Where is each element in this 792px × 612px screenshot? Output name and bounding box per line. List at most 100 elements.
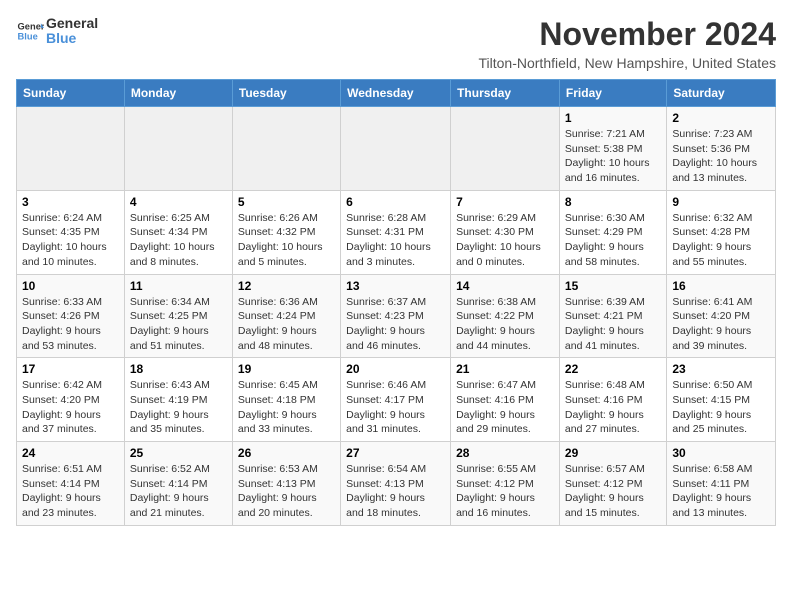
calendar-empty-cell [17,107,125,191]
day-number: 5 [238,195,335,209]
calendar-day-30: 30 Sunrise: 6:58 AM Sunset: 4:11 PM Dayli… [667,442,776,526]
calendar-empty-cell [124,107,232,191]
day-number: 29 [565,446,661,460]
day-number: 17 [22,362,119,376]
day-number: 26 [238,446,335,460]
calendar-empty-cell [232,107,340,191]
day-number: 3 [22,195,119,209]
calendar-day-24: 24 Sunrise: 6:51 AM Sunset: 4:14 PM Dayli… [17,442,125,526]
calendar-day-19: 19 Sunrise: 6:45 AM Sunset: 4:18 PM Dayli… [232,358,340,442]
day-info: Sunrise: 6:42 AM Sunset: 4:20 PM Dayligh… [22,378,119,437]
calendar-day-16: 16Sunrise: 6:41 AM Sunset: 4:20 PM Dayli… [667,274,776,358]
day-info: Sunrise: 6:28 AM Sunset: 4:31 PM Dayligh… [346,211,445,270]
day-number: 2 [672,111,770,125]
day-number: 4 [130,195,227,209]
logo-icon: General Blue [16,17,44,45]
svg-text:Blue: Blue [18,32,38,42]
calendar-day-22: 22 Sunrise: 6:48 AM Sunset: 4:16 PM Dayli… [559,358,666,442]
weekday-header-tuesday: Tuesday [232,80,340,107]
logo-text-block: General Blue [46,16,98,47]
day-info: Sunrise: 6:32 AM Sunset: 4:28 PM Dayligh… [672,211,770,270]
calendar-day-21: 21 Sunrise: 6:47 AM Sunset: 4:16 PM Dayli… [451,358,560,442]
logo-line2: Blue [46,31,98,46]
calendar-day-5: 5 Sunrise: 6:26 AM Sunset: 4:32 PM Daylig… [232,190,340,274]
calendar-day-23: 23Sunrise: 6:50 AM Sunset: 4:15 PM Dayli… [667,358,776,442]
day-number: 27 [346,446,445,460]
day-number: 11 [130,279,227,293]
calendar-day-11: 11 Sunrise: 6:34 AM Sunset: 4:25 PM Dayli… [124,274,232,358]
day-info: Sunrise: 6:45 AM Sunset: 4:18 PM Dayligh… [238,378,335,437]
day-info: Sunrise: 6:34 AM Sunset: 4:25 PM Dayligh… [130,295,227,354]
calendar-day-29: 29 Sunrise: 6:57 AM Sunset: 4:12 PM Dayli… [559,442,666,526]
day-number: 10 [22,279,119,293]
calendar-empty-cell [341,107,451,191]
day-info: Sunrise: 6:30 AM Sunset: 4:29 PM Dayligh… [565,211,661,270]
day-info: Sunrise: 6:54 AM Sunset: 4:13 PM Dayligh… [346,462,445,521]
day-info: Sunrise: 6:47 AM Sunset: 4:16 PM Dayligh… [456,378,554,437]
day-number: 24 [22,446,119,460]
weekday-header-wednesday: Wednesday [341,80,451,107]
title-block: November 2024 Tilton-Northfield, New Ham… [479,16,777,71]
calendar-day-2: 2 Sunrise: 7:23 AM Sunset: 5:36 PM Daylig… [667,107,776,191]
day-number: 28 [456,446,554,460]
calendar-day-13: 13Sunrise: 6:37 AM Sunset: 4:23 PM Dayli… [341,274,451,358]
calendar-day-18: 18Sunrise: 6:43 AM Sunset: 4:19 PM Dayli… [124,358,232,442]
day-number: 14 [456,279,554,293]
calendar-day-6: 6 Sunrise: 6:28 AM Sunset: 4:31 PM Daylig… [341,190,451,274]
day-number: 22 [565,362,661,376]
weekday-header-friday: Friday [559,80,666,107]
calendar-week-row: 17 Sunrise: 6:42 AM Sunset: 4:20 PM Dayli… [17,358,776,442]
day-number: 19 [238,362,335,376]
day-info: Sunrise: 6:52 AM Sunset: 4:14 PM Dayligh… [130,462,227,521]
day-number: 15 [565,279,661,293]
weekday-header-saturday: Saturday [667,80,776,107]
day-info: Sunrise: 6:48 AM Sunset: 4:16 PM Dayligh… [565,378,661,437]
weekday-header-row: SundayMondayTuesdayWednesdayThursdayFrid… [17,80,776,107]
weekday-header-sunday: Sunday [17,80,125,107]
calendar-day-27: 27 Sunrise: 6:54 AM Sunset: 4:13 PM Dayli… [341,442,451,526]
calendar-day-20: 20 Sunrise: 6:46 AM Sunset: 4:17 PM Dayli… [341,358,451,442]
day-number: 21 [456,362,554,376]
day-number: 6 [346,195,445,209]
day-info: Sunrise: 6:58 AM Sunset: 4:11 PM Dayligh… [672,462,770,521]
calendar-table: SundayMondayTuesdayWednesdayThursdayFrid… [16,79,776,526]
day-info: Sunrise: 7:21 AM Sunset: 5:38 PM Dayligh… [565,127,661,186]
day-info: Sunrise: 6:51 AM Sunset: 4:14 PM Dayligh… [22,462,119,521]
calendar-day-17: 17 Sunrise: 6:42 AM Sunset: 4:20 PM Dayli… [17,358,125,442]
day-number: 1 [565,111,661,125]
day-info: Sunrise: 6:46 AM Sunset: 4:17 PM Dayligh… [346,378,445,437]
calendar-day-26: 26Sunrise: 6:53 AM Sunset: 4:13 PM Dayli… [232,442,340,526]
day-info: Sunrise: 6:55 AM Sunset: 4:12 PM Dayligh… [456,462,554,521]
day-info: Sunrise: 6:57 AM Sunset: 4:12 PM Dayligh… [565,462,661,521]
weekday-header-monday: Monday [124,80,232,107]
day-number: 8 [565,195,661,209]
calendar-day-25: 25 Sunrise: 6:52 AM Sunset: 4:14 PM Dayli… [124,442,232,526]
calendar-day-1: 1 Sunrise: 7:21 AM Sunset: 5:38 PM Daylig… [559,107,666,191]
svg-text:General: General [18,22,44,32]
calendar-day-14: 14 Sunrise: 6:38 AM Sunset: 4:22 PM Dayli… [451,274,560,358]
day-info: Sunrise: 6:38 AM Sunset: 4:22 PM Dayligh… [456,295,554,354]
calendar-week-row: 1 Sunrise: 7:21 AM Sunset: 5:38 PM Daylig… [17,107,776,191]
day-info: Sunrise: 7:23 AM Sunset: 5:36 PM Dayligh… [672,127,770,186]
day-number: 18 [130,362,227,376]
day-info: Sunrise: 6:39 AM Sunset: 4:21 PM Dayligh… [565,295,661,354]
day-info: Sunrise: 6:26 AM Sunset: 4:32 PM Dayligh… [238,211,335,270]
calendar-day-12: 12Sunrise: 6:36 AM Sunset: 4:24 PM Dayli… [232,274,340,358]
day-number: 13 [346,279,445,293]
calendar-week-row: 10Sunrise: 6:33 AM Sunset: 4:26 PM Dayli… [17,274,776,358]
day-number: 30 [672,446,770,460]
calendar-day-7: 7Sunrise: 6:29 AM Sunset: 4:30 PM Daylig… [451,190,560,274]
calendar-week-row: 24 Sunrise: 6:51 AM Sunset: 4:14 PM Dayli… [17,442,776,526]
calendar-day-4: 4 Sunrise: 6:25 AM Sunset: 4:34 PM Daylig… [124,190,232,274]
header: General Blue General Blue November 2024 … [16,16,776,71]
month-title: November 2024 [479,16,777,53]
day-info: Sunrise: 6:50 AM Sunset: 4:15 PM Dayligh… [672,378,770,437]
logo-line1: General [46,16,98,31]
day-info: Sunrise: 6:25 AM Sunset: 4:34 PM Dayligh… [130,211,227,270]
calendar-day-8: 8 Sunrise: 6:30 AM Sunset: 4:29 PM Daylig… [559,190,666,274]
day-number: 20 [346,362,445,376]
day-number: 12 [238,279,335,293]
day-info: Sunrise: 6:24 AM Sunset: 4:35 PM Dayligh… [22,211,119,270]
calendar-week-row: 3 Sunrise: 6:24 AM Sunset: 4:35 PM Daylig… [17,190,776,274]
day-number: 25 [130,446,227,460]
